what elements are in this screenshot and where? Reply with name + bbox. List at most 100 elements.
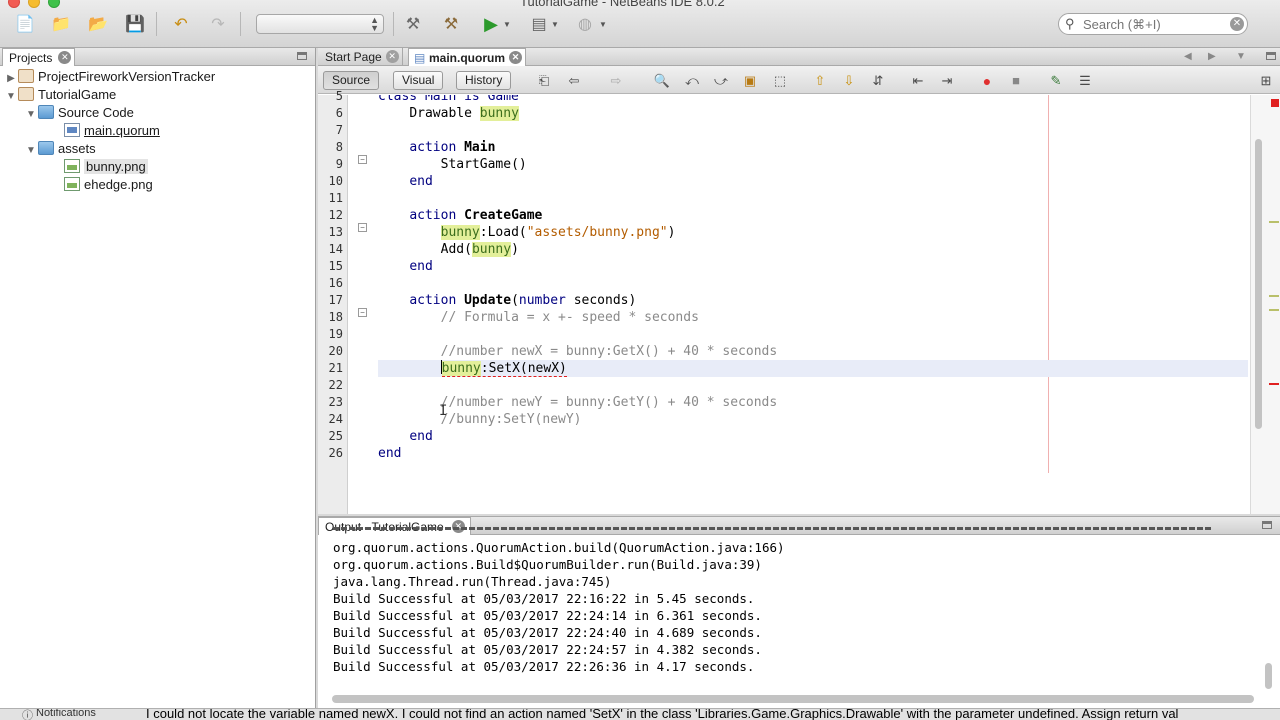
minimize-window-button[interactable] bbox=[28, 0, 40, 8]
toolbar-separator bbox=[156, 12, 157, 36]
run-dropdown-arrow-icon[interactable]: ▼ bbox=[500, 12, 514, 36]
undo-button[interactable]: ↶ bbox=[168, 12, 194, 36]
clear-search-icon[interactable]: ✕ bbox=[1230, 17, 1244, 31]
main-toolbar: TutorialGame - NetBeans IDE 8.0.2 📄 📁 📂 … bbox=[0, 0, 1280, 48]
project-icon bbox=[18, 87, 34, 101]
stop-macro-recording-icon[interactable]: ■ bbox=[1006, 71, 1026, 90]
scrollbar-thumb[interactable] bbox=[1255, 139, 1262, 429]
collapse-arrow-icon[interactable]: ▼ bbox=[4, 88, 18, 106]
new-project-button[interactable]: 📁 bbox=[48, 12, 74, 36]
tree-item-folder[interactable]: ▼ Source Code bbox=[24, 104, 134, 122]
code-editor[interactable]: − − − class Main is Game Drawable bunny … bbox=[348, 95, 1250, 514]
forward-icon[interactable]: ⇨ bbox=[606, 71, 626, 90]
line-number: 17 bbox=[328, 293, 343, 307]
maximize-editor-icon[interactable] bbox=[1266, 52, 1276, 60]
error-stripe-mark[interactable] bbox=[1271, 99, 1279, 107]
line-number: 5 bbox=[335, 89, 343, 103]
start-macro-recording-icon[interactable]: ● bbox=[977, 71, 997, 90]
history-mode-button[interactable]: History bbox=[456, 71, 512, 90]
output-vertical-scrollbar[interactable] bbox=[1265, 663, 1272, 689]
occurrence-mark[interactable] bbox=[1269, 295, 1279, 297]
line-number: 18 bbox=[328, 310, 343, 324]
tree-item-file[interactable]: bunny.png bbox=[64, 158, 148, 176]
previous-bookmark-icon[interactable]: ⇧ bbox=[810, 71, 830, 90]
show-opened-documents-icon[interactable]: ▼ bbox=[1236, 51, 1246, 62]
close-window-button[interactable] bbox=[8, 0, 20, 8]
output-horizontal-scrollbar[interactable] bbox=[332, 695, 1254, 703]
notifications-icon[interactable]: ⓘ bbox=[22, 709, 33, 720]
find-icon[interactable]: 🔍 bbox=[652, 71, 672, 90]
search-input[interactable] bbox=[1081, 16, 1231, 32]
close-tab-icon[interactable]: ✕ bbox=[58, 51, 72, 64]
occurrence-mark[interactable] bbox=[1269, 221, 1279, 223]
clean-build-button[interactable]: ⚒ bbox=[438, 12, 464, 36]
visual-mode-button[interactable]: Visual bbox=[393, 71, 444, 90]
fold-toggle-icon[interactable]: − bbox=[358, 223, 367, 232]
tree-item-folder[interactable]: ▼ assets bbox=[24, 140, 96, 158]
save-all-button[interactable]: 💾 bbox=[122, 12, 148, 36]
close-tab-icon[interactable]: ✕ bbox=[385, 50, 399, 63]
toggle-rectangular-selection-icon[interactable]: ⬚ bbox=[770, 71, 790, 90]
window-title: TutorialGame - NetBeans IDE 8.0.2 bbox=[520, 0, 725, 9]
find-next-icon[interactable]: ⤻ bbox=[711, 71, 731, 90]
status-bar: ⓘ Notifications I could not locate the v… bbox=[0, 708, 1280, 720]
profile-dropdown-arrow-icon[interactable]: ▼ bbox=[596, 12, 610, 36]
configuration-select[interactable]: ▲ ▼ bbox=[256, 14, 384, 34]
code-line: action Update(number seconds) bbox=[409, 293, 637, 308]
code-line: action Main bbox=[409, 140, 496, 155]
collapse-arrow-icon[interactable]: ▼ bbox=[24, 106, 38, 124]
open-project-button[interactable]: 📂 bbox=[85, 12, 111, 36]
new-file-button[interactable]: 📄 bbox=[12, 12, 38, 36]
build-hammer-button[interactable]: ⚒ bbox=[400, 12, 426, 36]
search-box[interactable]: ⚲ ✕ bbox=[1058, 13, 1248, 35]
last-edit-icon[interactable]: ⎗ bbox=[534, 71, 554, 90]
tree-item-project[interactable]: ▶ ProjectFireworkVersionTracker bbox=[4, 68, 215, 86]
redo-button[interactable]: ↷ bbox=[205, 12, 231, 36]
notifications-label[interactable]: Notifications bbox=[36, 709, 96, 719]
line-number: 10 bbox=[328, 174, 343, 188]
output-line: Build Successful at 05/03/2017 22:24:57 … bbox=[333, 642, 762, 657]
fold-toggle-icon[interactable]: − bbox=[358, 155, 367, 164]
tree-item-project[interactable]: ▼ TutorialGame bbox=[4, 86, 116, 104]
back-icon[interactable]: ⇦ bbox=[564, 71, 584, 90]
code-line: action CreateGame bbox=[409, 208, 543, 223]
error-stripe-mark[interactable] bbox=[1269, 383, 1279, 385]
shift-right-icon[interactable]: ⇥ bbox=[937, 71, 957, 90]
tree-item-file[interactable]: ehedge.png bbox=[64, 176, 153, 194]
tab-main-quorum[interactable]: ▤ main.quorum ✕ bbox=[408, 48, 527, 66]
line-number: 13 bbox=[328, 225, 343, 239]
shift-left-icon[interactable]: ⇤ bbox=[908, 71, 928, 90]
tab-projects[interactable]: Projects ✕ bbox=[2, 48, 76, 66]
line-number: 22 bbox=[328, 378, 343, 392]
comment-icon[interactable]: ✎ bbox=[1046, 71, 1066, 90]
debug-dropdown-arrow-icon[interactable]: ▼ bbox=[548, 12, 562, 36]
tab-projects-label: Projects bbox=[9, 51, 53, 65]
next-bookmark-icon[interactable]: ⇩ bbox=[839, 71, 859, 90]
folder-icon bbox=[38, 105, 54, 119]
code-line: end bbox=[409, 174, 433, 189]
close-tab-icon[interactable]: ✕ bbox=[509, 51, 523, 64]
occurrence-mark[interactable] bbox=[1269, 309, 1279, 311]
uncomment-icon[interactable]: ☰ bbox=[1075, 71, 1095, 90]
scroll-tabs-left-icon[interactable]: ◀ bbox=[1184, 51, 1192, 62]
tree-item-file[interactable]: main.quorum bbox=[64, 122, 160, 140]
tab-label: main.quorum bbox=[429, 51, 506, 65]
project-icon bbox=[18, 69, 34, 83]
find-previous-icon[interactable]: ⤺ bbox=[682, 71, 702, 90]
tab-start-page[interactable]: Start Page ✕ bbox=[318, 48, 403, 66]
split-window-icon[interactable]: ⊞ bbox=[1256, 71, 1276, 90]
profile-button[interactable]: ◍ bbox=[572, 12, 598, 36]
maximize-output-icon[interactable] bbox=[1262, 521, 1272, 529]
toggle-bookmark-icon[interactable]: ⇵ bbox=[868, 71, 888, 90]
code-line: //bunny:SetY(newY) bbox=[440, 412, 582, 427]
minimize-panel-icon[interactable] bbox=[297, 52, 307, 60]
editor-vertical-scrollbar[interactable] bbox=[1250, 95, 1280, 514]
collapse-arrow-icon[interactable]: ▼ bbox=[24, 142, 38, 160]
scroll-tabs-right-icon[interactable]: ▶ bbox=[1208, 51, 1216, 62]
partial-output-line bbox=[333, 527, 1213, 530]
zoom-window-button[interactable] bbox=[48, 0, 60, 8]
tab-output[interactable]: Output - TutorialGame ✕ bbox=[318, 517, 471, 535]
line-number: 25 bbox=[328, 429, 343, 443]
fold-toggle-icon[interactable]: − bbox=[358, 308, 367, 317]
toggle-highlight-icon[interactable]: ▣ bbox=[740, 71, 760, 90]
